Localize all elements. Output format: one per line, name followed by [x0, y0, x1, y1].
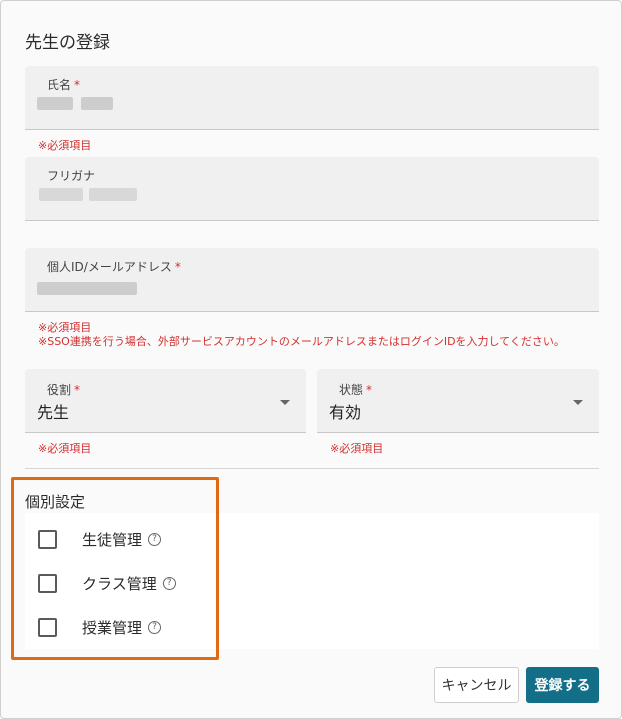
- name-value-redacted: [81, 97, 113, 110]
- required-mark: *: [366, 383, 373, 397]
- name-field[interactable]: 氏名 *: [25, 66, 599, 130]
- furigana-value-redacted: [89, 188, 137, 201]
- teacher-registration-dialog: 先生の登録 氏名 * ※必須項目 フリガナ 個人ID/メールアドレス * ※必須項目…: [0, 0, 622, 719]
- required-mark: *: [74, 78, 81, 92]
- name-required-error: ※必須項目: [38, 139, 92, 152]
- role-select-value: 先生: [37, 403, 70, 422]
- status-select-label: 状態 *: [339, 383, 373, 397]
- chevron-down-icon[interactable]: [573, 400, 583, 405]
- role-select[interactable]: 役割 * 先生: [25, 369, 306, 433]
- furigana-field[interactable]: フリガナ: [25, 157, 599, 221]
- cancel-button[interactable]: キャンセル: [434, 667, 519, 703]
- section-divider: [25, 468, 599, 469]
- status-required-error: ※必須項目: [330, 442, 384, 455]
- role-select-label: 役割 *: [47, 383, 81, 397]
- personal-id-required-error: ※必須項目: [38, 321, 92, 334]
- personal-id-value-redacted: [37, 282, 137, 295]
- personal-id-field-label: 個人ID/メールアドレス *: [47, 260, 181, 274]
- highlight-box: [11, 477, 219, 660]
- register-button[interactable]: 登録する: [526, 667, 599, 703]
- status-select[interactable]: 状態 * 有効: [317, 369, 599, 433]
- name-value-redacted: [37, 97, 73, 110]
- required-mark: *: [74, 383, 81, 397]
- chevron-down-icon[interactable]: [280, 400, 290, 405]
- furigana-value-redacted: [39, 188, 83, 201]
- dialog-title: 先生の登録: [25, 33, 110, 53]
- status-select-value: 有効: [329, 403, 362, 422]
- personal-id-field[interactable]: 個人ID/メールアドレス *: [25, 248, 599, 312]
- personal-id-sso-hint: ※SSO連携を行う場合、外部サービスアカウントのメールアドレスまたはログインID…: [38, 335, 565, 348]
- name-field-label: 氏名 *: [47, 78, 81, 92]
- required-mark: *: [174, 260, 181, 274]
- role-required-error: ※必須項目: [38, 442, 92, 455]
- furigana-field-label: フリガナ: [47, 169, 96, 183]
